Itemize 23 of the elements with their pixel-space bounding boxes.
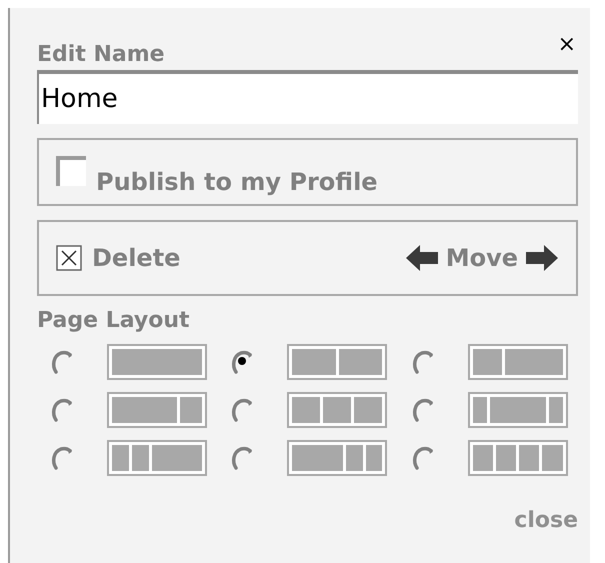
layout-icon (107, 344, 207, 380)
arrow-left-icon (406, 244, 438, 272)
layout-icon (107, 392, 207, 428)
close-link[interactable]: close (514, 510, 578, 532)
layout-icon (287, 344, 388, 380)
move-button[interactable]: Move (406, 240, 558, 276)
delete-button[interactable]: Delete (56, 240, 180, 276)
layout-icon (468, 440, 568, 476)
radio-button[interactable] (49, 396, 75, 424)
layout-icon (468, 344, 568, 380)
dialog-title: Edit Name (37, 44, 165, 66)
layout-icon (468, 392, 568, 428)
close-icon (56, 245, 82, 271)
arrow-right-icon (526, 244, 558, 272)
radio-button[interactable] (49, 348, 75, 376)
layout-icon (287, 392, 388, 428)
layout-icon (287, 440, 388, 476)
radio-button[interactable] (49, 444, 75, 472)
publish-checkbox[interactable] (56, 156, 86, 186)
name-field[interactable]: Home (37, 70, 578, 124)
layout-icon (107, 440, 207, 476)
publish-label: Publish to my Profile (96, 170, 378, 194)
section-title: Page Layout (37, 310, 191, 332)
